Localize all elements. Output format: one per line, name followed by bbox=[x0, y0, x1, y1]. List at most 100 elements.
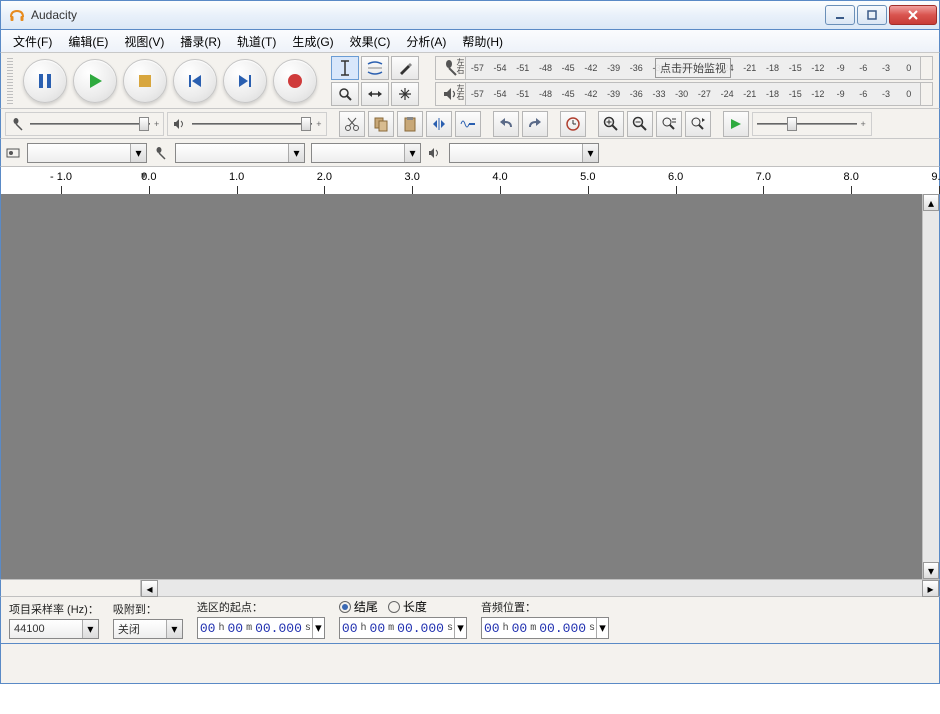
stop-button[interactable] bbox=[123, 59, 167, 103]
recording-volume-slider[interactable] bbox=[30, 121, 150, 127]
sync-lock-button[interactable] bbox=[560, 111, 586, 137]
recording-channels-combo[interactable]: ▾ bbox=[311, 143, 421, 163]
play-button[interactable] bbox=[73, 59, 117, 103]
chevron-down-icon[interactable]: ▾ bbox=[596, 618, 608, 638]
menu-file[interactable]: 文件(F) bbox=[5, 31, 60, 52]
scroll-right-button[interactable]: ▸ bbox=[922, 580, 939, 597]
snap-to-label: 吸附到： bbox=[113, 601, 183, 617]
speaker-icon bbox=[427, 145, 443, 161]
snap-to-combo[interactable]: 关闭▾ bbox=[113, 619, 183, 639]
window-title: Audacity bbox=[31, 8, 825, 22]
playback-volume: + bbox=[167, 112, 326, 136]
toolbar-grip[interactable] bbox=[7, 58, 13, 104]
redo-button[interactable] bbox=[522, 111, 548, 137]
recording-device-combo[interactable]: ▾ bbox=[175, 143, 305, 163]
recording-volume: + bbox=[5, 112, 164, 136]
audio-host-combo[interactable]: ▾ bbox=[27, 143, 147, 163]
horizontal-scrollbar[interactable]: ◂ ▸ bbox=[0, 579, 940, 596]
zoom-in-button[interactable] bbox=[598, 111, 624, 137]
selection-tool[interactable] bbox=[331, 56, 359, 80]
recording-meter[interactable]: 左右 -57-54-51-48-45-42-39-36-33-30-27-24-… bbox=[435, 56, 933, 80]
chevron-down-icon: ▾ bbox=[130, 144, 146, 162]
chevron-down-icon: ▾ bbox=[82, 620, 98, 638]
skip-end-button[interactable] bbox=[223, 59, 267, 103]
paste-button[interactable] bbox=[397, 111, 423, 137]
trim-button[interactable] bbox=[426, 111, 452, 137]
playback-meter[interactable]: 左右 -57-54-51-48-45-42-39-36-33-30-27-24-… bbox=[435, 82, 933, 106]
minimize-button[interactable] bbox=[825, 5, 855, 25]
scroll-down-button[interactable]: ▾ bbox=[923, 562, 939, 579]
copy-button[interactable] bbox=[368, 111, 394, 137]
selection-end-radio[interactable]: 结尾 bbox=[339, 598, 378, 615]
selection-end-timecode[interactable]: 00h 00m 00.000s ▾ bbox=[339, 617, 467, 639]
pause-button[interactable] bbox=[23, 59, 67, 103]
play-channel-label: 左右 bbox=[456, 84, 464, 100]
rec-meter-menu[interactable] bbox=[920, 57, 932, 79]
menu-help[interactable]: 帮助(H) bbox=[454, 31, 511, 52]
speaker-icon: 左右 bbox=[436, 83, 466, 105]
rec-channel-label: 左右 bbox=[456, 58, 464, 74]
tools-toolbar bbox=[331, 56, 419, 106]
selection-length-radio[interactable]: 长度 bbox=[388, 598, 427, 615]
skip-start-button[interactable] bbox=[173, 59, 217, 103]
mic-icon: 左右 bbox=[436, 57, 466, 79]
chevron-down-icon: ▾ bbox=[166, 620, 182, 638]
menu-edit[interactable]: 编辑(E) bbox=[60, 31, 116, 52]
silence-button[interactable] bbox=[455, 111, 481, 137]
chevron-down-icon: ▾ bbox=[404, 144, 420, 162]
chevron-down-icon: ▾ bbox=[582, 144, 598, 162]
envelope-tool[interactable] bbox=[361, 56, 389, 80]
chevron-down-icon[interactable]: ▾ bbox=[312, 618, 324, 638]
playback-volume-slider[interactable] bbox=[192, 121, 312, 127]
menu-tracks[interactable]: 轨道(T) bbox=[229, 31, 284, 52]
audio-host-icon bbox=[5, 145, 21, 161]
menu-view[interactable]: 视图(V) bbox=[116, 31, 172, 52]
speaker-icon bbox=[172, 116, 188, 132]
zoom-out-button[interactable] bbox=[627, 111, 653, 137]
fit-selection-button[interactable] bbox=[656, 111, 682, 137]
rec-meter-hint[interactable]: 点击开始监视 bbox=[655, 58, 731, 78]
vertical-scrollbar[interactable]: ▴ ▾ bbox=[922, 194, 939, 579]
menu-transport[interactable]: 播录(R) bbox=[172, 31, 229, 52]
timeline-ruler[interactable]: ▾ - 1.00.01.02.03.04.05.06.07.08.09.0 bbox=[0, 166, 940, 194]
mic-icon bbox=[10, 116, 26, 132]
track-area: ▴ ▾ bbox=[0, 194, 940, 579]
meters: 左右 -57-54-51-48-45-42-39-36-33-30-27-24-… bbox=[435, 56, 933, 106]
menu-generate[interactable]: 生成(G) bbox=[284, 31, 341, 52]
cut-button[interactable] bbox=[339, 111, 365, 137]
timeshift-tool[interactable] bbox=[361, 82, 389, 106]
undo-button[interactable] bbox=[493, 111, 519, 137]
maximize-button[interactable] bbox=[857, 5, 887, 25]
zoom-tool[interactable] bbox=[331, 82, 359, 106]
menu-effect[interactable]: 效果(C) bbox=[342, 31, 399, 52]
draw-tool[interactable] bbox=[391, 56, 419, 80]
playback-speed-slider[interactable] bbox=[757, 121, 857, 127]
tracks-canvas[interactable] bbox=[1, 194, 922, 579]
chevron-down-icon[interactable]: ▾ bbox=[454, 618, 466, 638]
record-button[interactable] bbox=[273, 59, 317, 103]
title-bar: Audacity bbox=[0, 0, 940, 30]
scroll-up-button[interactable]: ▴ bbox=[923, 194, 939, 211]
transport-toolbar: 左右 -57-54-51-48-45-42-39-36-33-30-27-24-… bbox=[0, 52, 940, 108]
rec-meter-scale: -57-54-51-48-45-42-39-36-33-30-27-24-21-… bbox=[466, 57, 920, 79]
play-meter-menu[interactable] bbox=[920, 83, 932, 105]
selection-start-timecode[interactable]: 00h 00m 00.000s ▾ bbox=[197, 617, 325, 639]
chevron-down-icon: ▾ bbox=[288, 144, 304, 162]
playback-speed: + bbox=[752, 112, 872, 136]
mic-icon bbox=[153, 145, 169, 161]
audio-position-label: 音频位置： bbox=[481, 599, 609, 615]
close-button[interactable] bbox=[889, 5, 937, 25]
fit-project-button[interactable] bbox=[685, 111, 711, 137]
menu-analyze[interactable]: 分析(A) bbox=[398, 31, 454, 52]
project-rate-combo[interactable]: 44100▾ bbox=[9, 619, 99, 639]
app-icon bbox=[9, 7, 25, 23]
edit-toolbar: + + + bbox=[0, 108, 940, 138]
play-at-speed-button[interactable] bbox=[723, 111, 749, 137]
playback-device-combo[interactable]: ▾ bbox=[449, 143, 599, 163]
scroll-left-button[interactable]: ◂ bbox=[141, 580, 158, 597]
status-strip bbox=[0, 644, 940, 684]
multi-tool[interactable] bbox=[391, 82, 419, 106]
menu-bar: 文件(F) 编辑(E) 视图(V) 播录(R) 轨道(T) 生成(G) 效果(C… bbox=[0, 30, 940, 52]
audio-position-timecode[interactable]: 00h 00m 00.000s ▾ bbox=[481, 617, 609, 639]
selection-start-label: 选区的起点： bbox=[197, 599, 325, 615]
